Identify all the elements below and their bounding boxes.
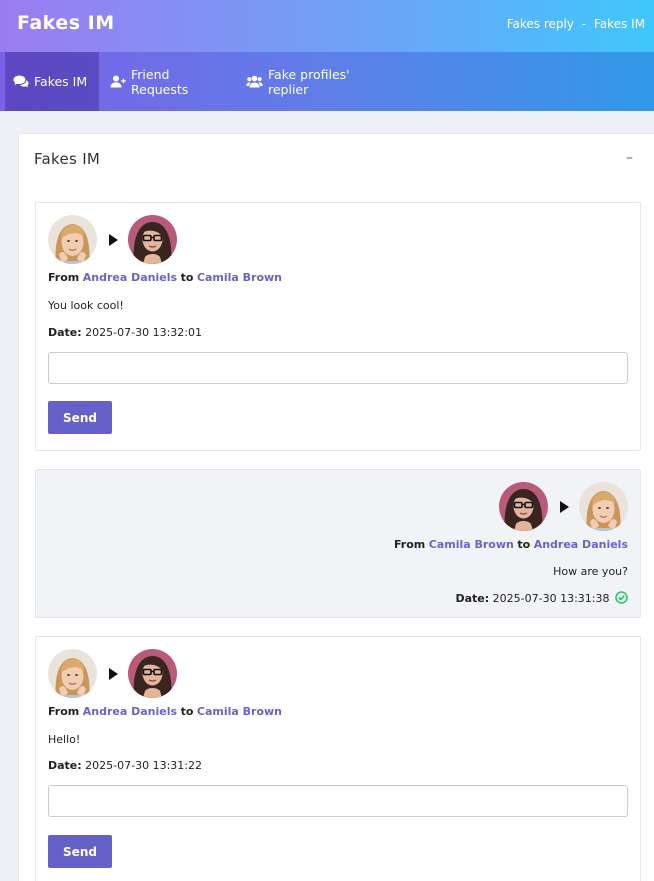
message-from-to: From Andrea Daniels to Camila Brown bbox=[48, 271, 282, 284]
message-date: Date: 2025-07-30 13:31:22 bbox=[48, 759, 202, 772]
arrow-right-icon bbox=[560, 500, 569, 513]
message-item: From Andrea Daniels to Camila Brown Hell… bbox=[35, 636, 641, 881]
nav-fake-profiles-replier[interactable]: Fake profiles' replier bbox=[238, 52, 388, 111]
from-label: From bbox=[393, 538, 426, 551]
arrow-right-icon bbox=[109, 233, 118, 246]
nav-label: Fakes IM bbox=[34, 74, 88, 89]
message-item: From Camila Brown to Andrea Daniels How … bbox=[35, 469, 641, 618]
panel-title: Fakes IM bbox=[34, 150, 101, 168]
reply-input[interactable] bbox=[48, 785, 628, 817]
breadcrumb-fakes-im[interactable]: Fakes IM bbox=[594, 17, 645, 31]
top-bar: Fakes IM Fakes reply - Fakes IM bbox=[0, 0, 654, 52]
date-value: 2025-07-30 13:31:38 bbox=[492, 592, 610, 605]
date-value: 2025-07-30 13:32:01 bbox=[85, 326, 202, 339]
nav-friend-requests[interactable]: Friend Requests bbox=[102, 52, 234, 111]
nav-label: Fake profiles' replier bbox=[268, 66, 350, 97]
message-text: You look cool! bbox=[48, 299, 124, 312]
to-label: to bbox=[180, 705, 194, 718]
main-nav: Fakes IM Friend Requests Fake profiles' … bbox=[0, 52, 654, 111]
date-label: Date: bbox=[48, 326, 82, 339]
send-button[interactable]: Send bbox=[48, 401, 112, 434]
from-label: From bbox=[48, 271, 80, 284]
sender-name[interactable]: Andrea Daniels bbox=[83, 271, 177, 284]
date-value: 2025-07-30 13:31:22 bbox=[85, 759, 202, 772]
message-text: Hello! bbox=[48, 733, 81, 746]
breadcrumb-separator: - bbox=[581, 17, 587, 31]
recipient-name[interactable]: Camila Brown bbox=[197, 271, 282, 284]
nav-label: Friend Requests bbox=[131, 66, 189, 97]
comments-icon bbox=[13, 75, 29, 88]
recipient-name[interactable]: Camila Brown bbox=[197, 705, 282, 718]
message-date: Date: 2025-07-30 13:31:38 bbox=[456, 591, 629, 605]
message-date: Date: 2025-07-30 13:32:01 bbox=[48, 326, 202, 339]
to-label: to bbox=[517, 538, 531, 551]
avatar-sender[interactable] bbox=[48, 649, 97, 698]
nav-fakes-im[interactable]: Fakes IM bbox=[5, 52, 99, 111]
message-participants bbox=[48, 215, 177, 264]
collapse-button[interactable]: – bbox=[626, 150, 633, 166]
from-label: From bbox=[48, 705, 80, 718]
users-icon bbox=[246, 75, 263, 88]
avatar-sender[interactable] bbox=[499, 482, 548, 531]
message-participants bbox=[48, 649, 177, 698]
breadcrumb-fakes-reply[interactable]: Fakes reply bbox=[507, 17, 574, 31]
sender-name[interactable]: Andrea Daniels bbox=[83, 705, 177, 718]
sender-name[interactable]: Camila Brown bbox=[429, 538, 514, 551]
message-participants bbox=[499, 482, 628, 531]
arrow-right-icon bbox=[109, 667, 118, 680]
avatar-sender[interactable] bbox=[48, 215, 97, 264]
check-circle-icon bbox=[615, 591, 628, 604]
reply-input[interactable] bbox=[48, 352, 628, 384]
send-button[interactable]: Send bbox=[48, 835, 112, 868]
recipient-name[interactable]: Andrea Daniels bbox=[534, 538, 628, 551]
message-from-to: From Camila Brown to Andrea Daniels bbox=[394, 538, 628, 551]
avatar-recipient[interactable] bbox=[128, 215, 177, 264]
to-label: to bbox=[180, 271, 194, 284]
message-text: How are you? bbox=[553, 565, 628, 578]
date-label: Date: bbox=[48, 759, 82, 772]
avatar-recipient[interactable] bbox=[128, 649, 177, 698]
date-label: Date: bbox=[455, 592, 490, 605]
message-from-to: From Andrea Daniels to Camila Brown bbox=[48, 705, 282, 718]
fakes-im-panel: Fakes IM – From Andrea Daniels to Camila… bbox=[18, 133, 654, 881]
user-plus-icon bbox=[110, 75, 126, 88]
breadcrumb: Fakes reply - Fakes IM bbox=[503, 17, 645, 31]
avatar-recipient[interactable] bbox=[579, 482, 628, 531]
app-brand[interactable]: Fakes IM bbox=[17, 12, 115, 34]
message-item: From Andrea Daniels to Camila Brown You … bbox=[35, 202, 641, 451]
